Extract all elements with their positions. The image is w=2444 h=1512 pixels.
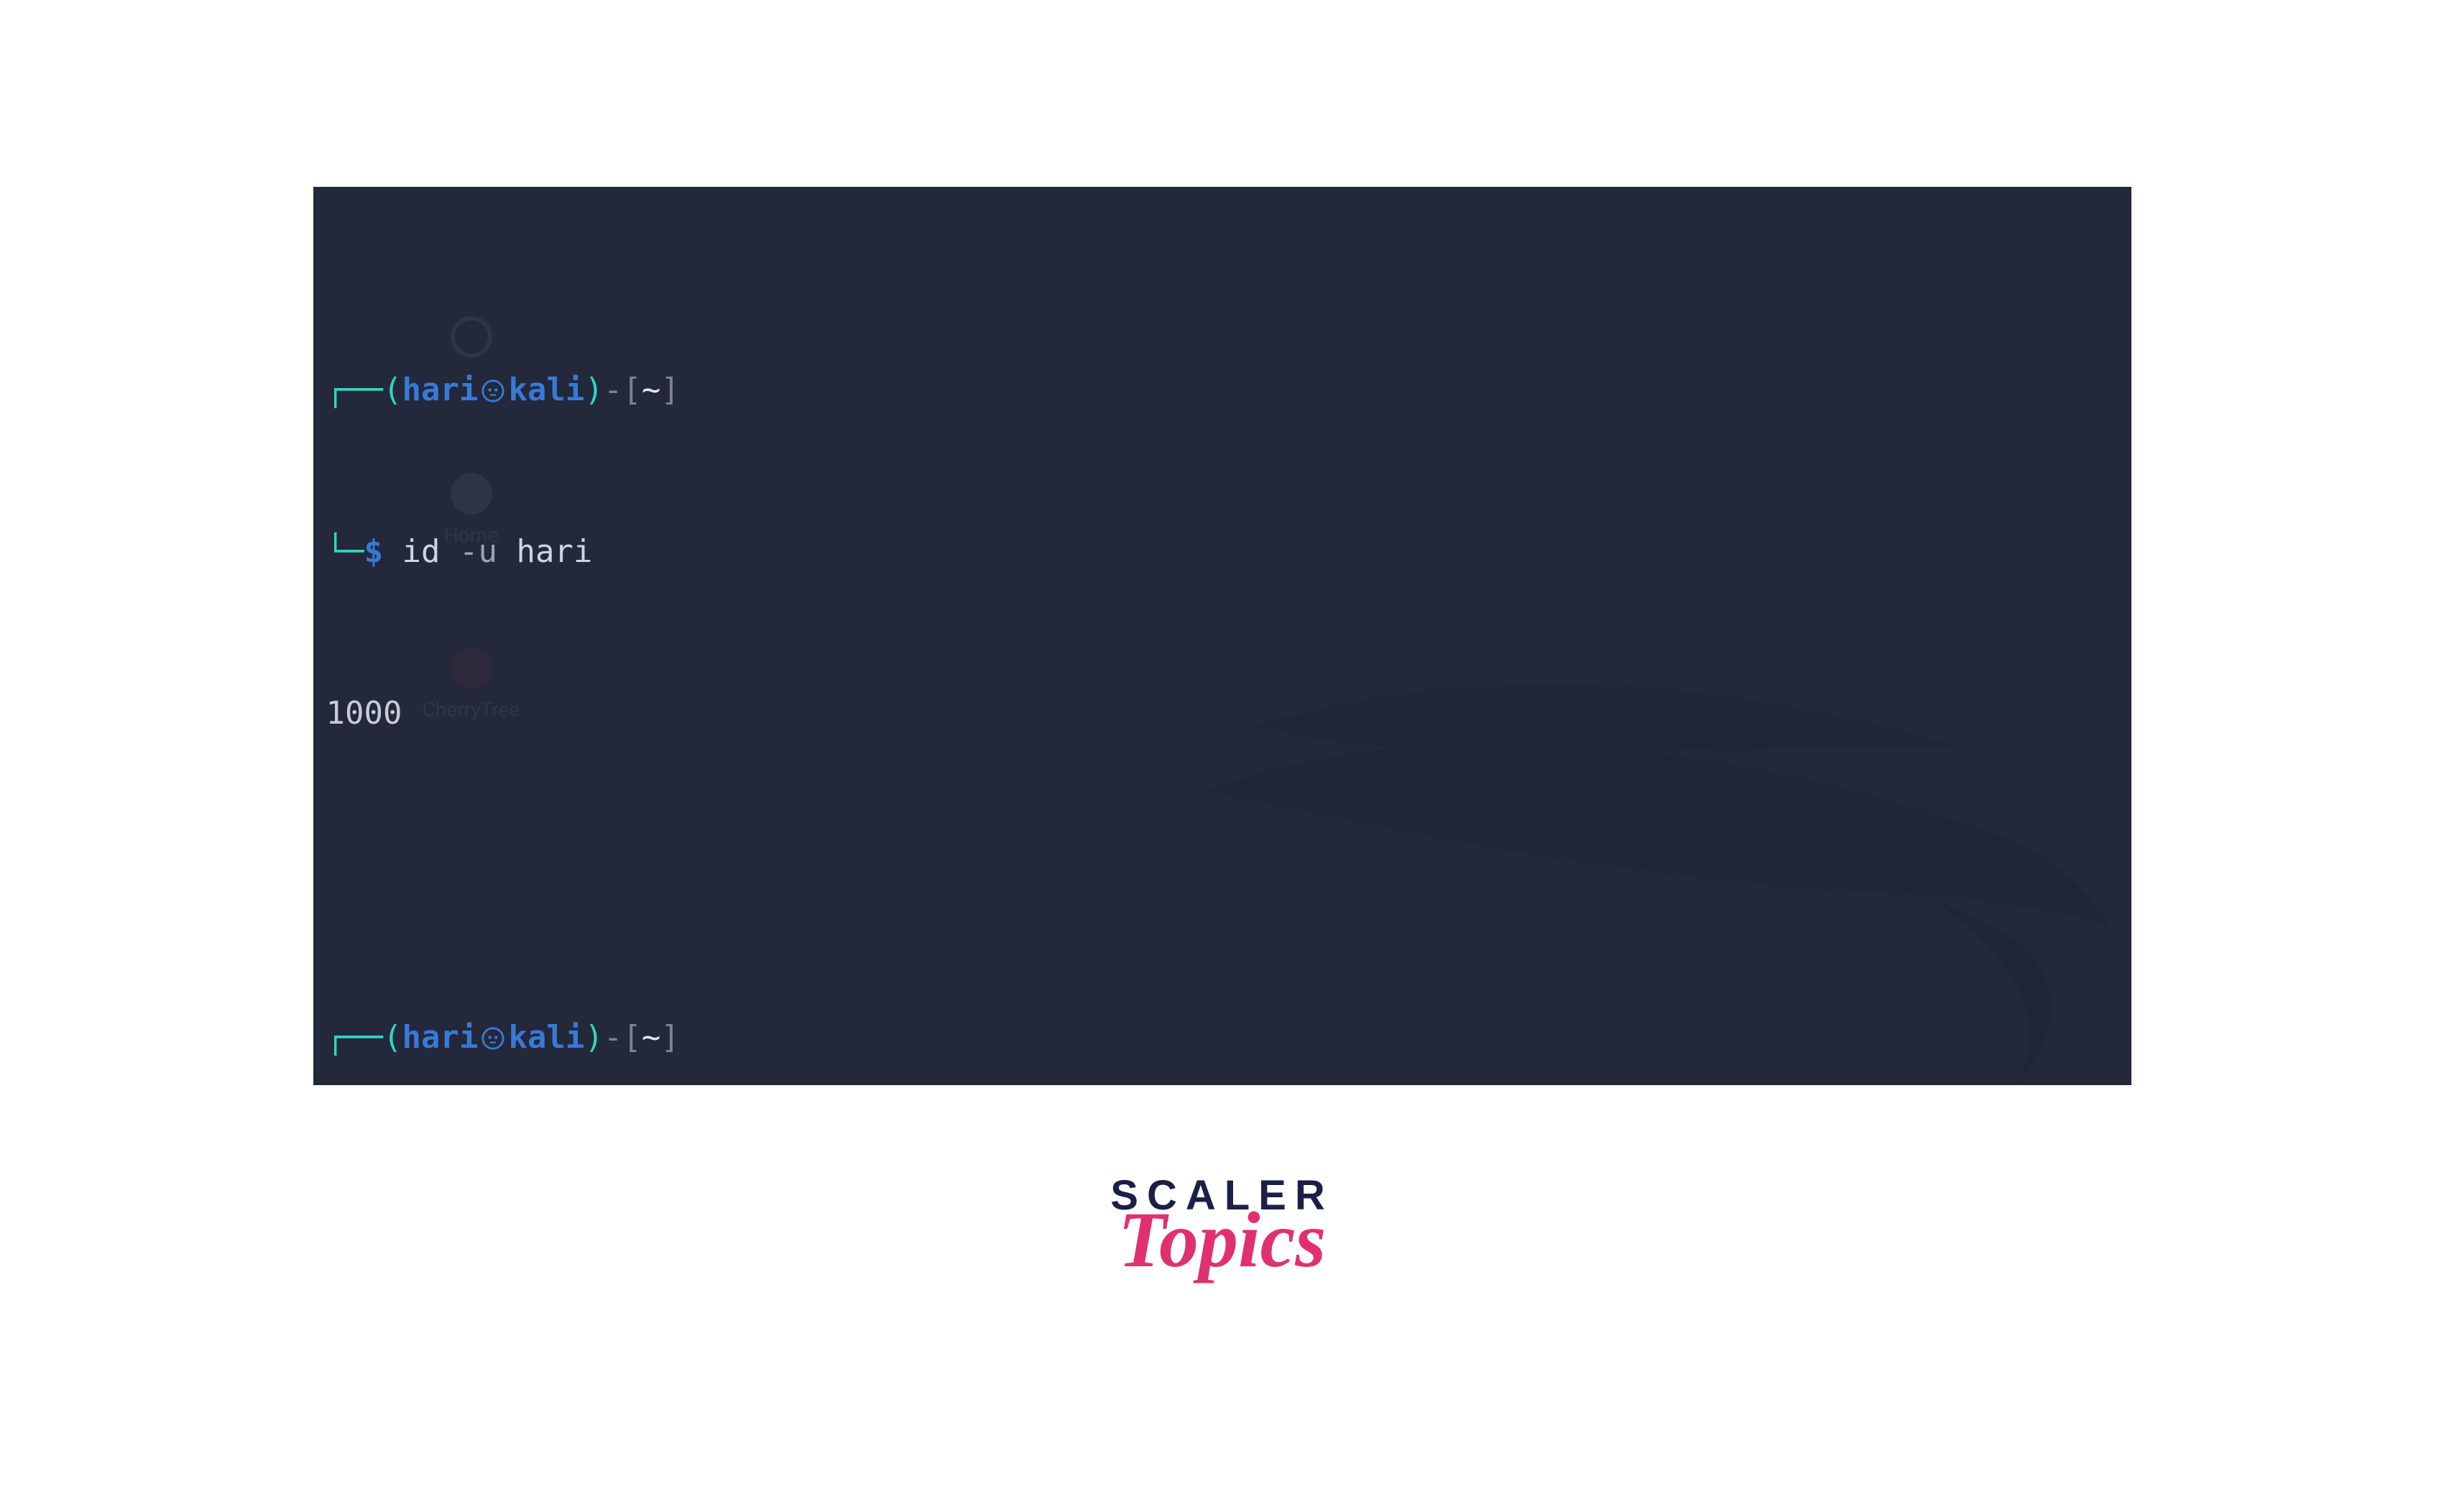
blank-line bbox=[326, 856, 680, 896]
prompt-sep-open: -[ bbox=[604, 372, 642, 408]
prompt-paren-open: ( bbox=[383, 372, 402, 408]
prompt-host: kali bbox=[508, 372, 584, 408]
prompt-user: hari bbox=[402, 1019, 478, 1056]
prompt-cwd: ~ bbox=[642, 372, 661, 408]
prompt-line-1-bottom: └─$ id -u hari bbox=[326, 532, 680, 572]
scaler-topics-logo: SCALER Topics bbox=[1110, 1171, 1333, 1268]
prompt-symbol: $ bbox=[364, 533, 383, 570]
prompt-line-1-top: ┌──(hari kali)-[~] bbox=[326, 370, 680, 410]
command-arg: hari bbox=[516, 533, 592, 570]
prompt-user: hari bbox=[402, 372, 478, 408]
prompt-corner-top: ┌── bbox=[326, 372, 383, 408]
terminal-output[interactable]: ┌──(harikali)-[~] └─$ id -u hari 1000 ┌─… bbox=[326, 249, 680, 1085]
terminal-screenshot: Home CherryTree ┌──(harikali)-[~] └─$ id… bbox=[313, 187, 2131, 1085]
prompt-sep-open: -[ bbox=[604, 1019, 642, 1056]
prompt-line-2-top: ┌──(hari kali)-[~] bbox=[326, 1018, 680, 1058]
prompt-sep-close: ] bbox=[660, 1019, 680, 1056]
logo-line-topics: Topics bbox=[1110, 1212, 1333, 1268]
command-name: id bbox=[402, 533, 440, 570]
kali-dragon-icon bbox=[1168, 589, 2131, 1085]
skull-icon bbox=[481, 1026, 505, 1051]
prompt-paren-close: ) bbox=[584, 372, 604, 408]
prompt-cwd: ~ bbox=[642, 1019, 661, 1056]
prompt-host: kali bbox=[508, 1019, 584, 1056]
skull-icon bbox=[481, 379, 505, 403]
command-flag: -u bbox=[459, 533, 497, 570]
prompt-corner-top: ┌── bbox=[326, 1019, 383, 1056]
prompt-sep-close: ] bbox=[660, 372, 680, 408]
command-output: 1000 bbox=[326, 693, 680, 734]
prompt-corner-bot: └─ bbox=[326, 533, 364, 570]
prompt-paren-close: ) bbox=[584, 1019, 604, 1056]
prompt-paren-open: ( bbox=[383, 1019, 402, 1056]
